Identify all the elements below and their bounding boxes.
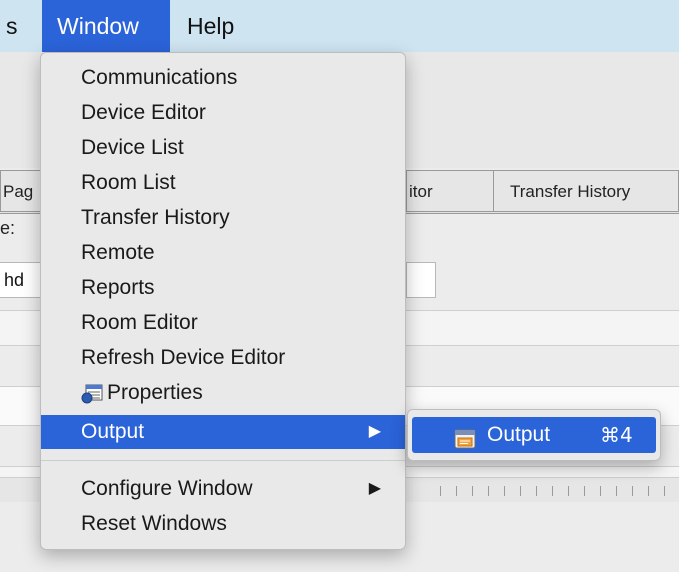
submenu-item-output-label: Output xyxy=(487,423,551,446)
menu-item-communications[interactable]: Communications xyxy=(41,63,405,93)
field-label: e: xyxy=(0,218,16,238)
submenu-arrow-icon: ▶ xyxy=(368,423,381,440)
menu-item-device-editor[interactable]: Device Editor xyxy=(41,98,405,128)
properties-icon xyxy=(81,383,103,404)
menu-item-room-editor[interactable]: Room Editor xyxy=(41,308,405,338)
menu-item-transfer-history[interactable]: Transfer History xyxy=(41,203,405,233)
menu-item-refresh-device-editor[interactable]: Refresh Device Editor xyxy=(41,343,405,373)
tab-pages[interactable]: Pag xyxy=(0,170,44,212)
menu-item-output[interactable]: Output ▶ xyxy=(41,415,405,449)
menu-bar: s Window Help xyxy=(0,0,679,53)
menu-item-configure-window-label: Configure Window xyxy=(81,477,253,500)
submenu-arrow-icon: ▶ xyxy=(368,480,381,497)
window-menu: Communications Device Editor Device List… xyxy=(40,52,406,550)
menu-item-properties[interactable]: Properties xyxy=(41,378,405,408)
menu-bar-item-help[interactable]: Help xyxy=(172,0,249,52)
menu-bar-item-window[interactable]: Window xyxy=(42,0,170,52)
menu-item-properties-label: Properties xyxy=(107,381,203,404)
submenu-item-output[interactable]: Output ⌘4 xyxy=(412,417,656,453)
output-window-icon xyxy=(454,425,476,449)
menu-item-configure-window[interactable]: Configure Window ▶ xyxy=(41,474,405,504)
menu-item-reports[interactable]: Reports xyxy=(41,273,405,303)
menu-item-output-label: Output xyxy=(81,420,145,443)
menu-item-remote[interactable]: Remote xyxy=(41,238,405,268)
menu-item-reset-windows[interactable]: Reset Windows xyxy=(41,509,405,539)
submenu-item-output-shortcut: ⌘4 xyxy=(600,423,633,447)
menu-item-device-list[interactable]: Device List xyxy=(41,133,405,163)
name-field-right[interactable] xyxy=(406,262,436,298)
menu-item-room-list[interactable]: Room List xyxy=(41,168,405,198)
output-submenu: Output ⌘4 xyxy=(407,409,661,461)
tab-room-editor[interactable]: itor xyxy=(406,170,494,212)
name-field[interactable]: hd xyxy=(0,262,41,298)
menu-separator xyxy=(41,460,405,461)
menu-bar-item-tools[interactable]: s xyxy=(0,0,33,52)
tab-transfer-history[interactable]: Transfer History xyxy=(493,170,679,212)
